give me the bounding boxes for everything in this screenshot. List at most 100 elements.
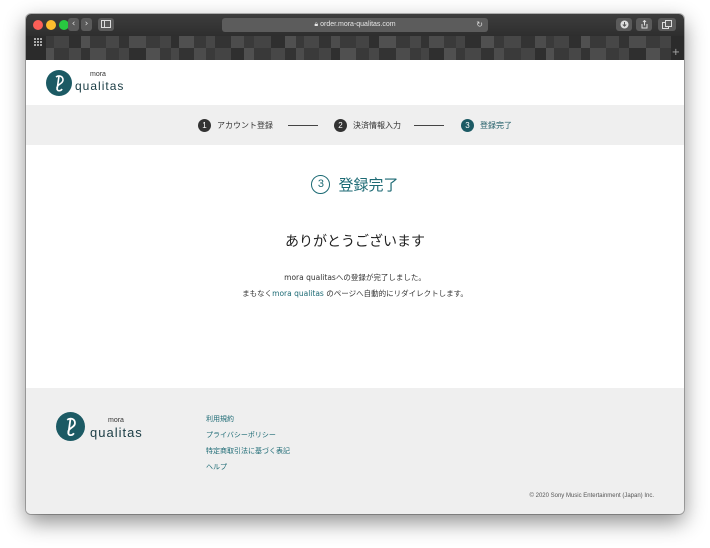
pixel-block bbox=[396, 36, 410, 48]
footer-link-privacy[interactable]: プライバシーポリシー bbox=[206, 431, 276, 439]
step-payment: 2 決済情報入力 bbox=[334, 118, 401, 132]
footer-link-commerce-law[interactable]: 特定商取引法に基づく表記 bbox=[206, 447, 290, 455]
step-divider bbox=[288, 125, 318, 126]
pixel-block bbox=[81, 48, 90, 60]
pixel-block bbox=[554, 48, 569, 60]
plus-icon[interactable]: + bbox=[672, 47, 680, 59]
pixel-block bbox=[629, 48, 646, 60]
pixel-block bbox=[429, 48, 444, 60]
lock-icon: 🔒︎ bbox=[314, 21, 319, 28]
reload-icon[interactable]: ↻ bbox=[476, 18, 483, 32]
pixel-block bbox=[396, 48, 410, 60]
pixel-block bbox=[646, 36, 660, 48]
pixel-block bbox=[215, 36, 231, 48]
pixel-block bbox=[119, 48, 129, 60]
download-button[interactable] bbox=[616, 18, 632, 31]
site-footer: mora qualitas 利用規約 プライバシーポリシー 特定商取引法に基づく… bbox=[26, 388, 684, 514]
pixel-block bbox=[504, 36, 521, 48]
pixel-block bbox=[494, 48, 504, 60]
pixel-block bbox=[660, 36, 671, 48]
tabs-button[interactable] bbox=[658, 18, 676, 31]
logo-mark-icon bbox=[56, 412, 85, 441]
address-bar[interactable]: 🔒︎ order.mora-qualitas.com ↻ bbox=[222, 18, 488, 32]
pixel-block bbox=[546, 48, 554, 60]
pixel-block bbox=[285, 36, 296, 48]
footer-link-help[interactable]: ヘルプ bbox=[206, 463, 227, 471]
grid-icon[interactable] bbox=[34, 38, 42, 46]
pixel-block bbox=[46, 48, 54, 60]
pixel-block bbox=[331, 48, 340, 60]
footer-logo[interactable]: mora qualitas bbox=[56, 412, 156, 442]
footer-links: 利用規約 プライバシーポリシー 特定商取引法に基づく表記 ヘルプ bbox=[206, 414, 290, 478]
pixel-block bbox=[504, 48, 521, 60]
footer-link-terms[interactable]: 利用規約 bbox=[206, 415, 234, 423]
pixel-block bbox=[231, 48, 244, 60]
pixel-block bbox=[646, 48, 660, 60]
pixel-block bbox=[304, 48, 319, 60]
pixel-block bbox=[254, 36, 271, 48]
share-button[interactable] bbox=[636, 18, 652, 31]
pixel-block bbox=[69, 48, 81, 60]
sidebar-icon bbox=[101, 20, 111, 28]
logo-qualitas-text: qualitas bbox=[90, 425, 143, 440]
pixel-block bbox=[379, 48, 396, 60]
minimize-window-button[interactable] bbox=[46, 20, 56, 30]
step-label: 決済情報入力 bbox=[353, 120, 401, 130]
pixel-block bbox=[581, 36, 590, 48]
step-title: 3 登録完了 bbox=[26, 174, 684, 195]
address-url: order.mora-qualitas.com bbox=[320, 21, 396, 28]
pixel-block bbox=[81, 36, 90, 48]
pixel-block bbox=[340, 36, 356, 48]
message-line-2: まもなくmora qualitas のページへ自動的にリダイレクトします。 bbox=[26, 288, 684, 299]
pixel-block bbox=[379, 36, 396, 48]
pixel-block bbox=[465, 48, 481, 60]
pixel-block bbox=[179, 48, 194, 60]
sidebar-button[interactable] bbox=[98, 18, 114, 31]
close-window-button[interactable] bbox=[33, 20, 43, 30]
pixel-block bbox=[429, 36, 444, 48]
pixel-block bbox=[456, 36, 465, 48]
back-button[interactable]: ‹ bbox=[68, 18, 79, 31]
pixel-block bbox=[296, 48, 304, 60]
pixel-block bbox=[90, 48, 106, 60]
pixel-block bbox=[606, 36, 619, 48]
logo-mora-text: mora bbox=[90, 71, 106, 78]
share-icon bbox=[641, 19, 647, 29]
step-complete: 3 登録完了 bbox=[461, 118, 512, 132]
pixel-block bbox=[340, 48, 356, 60]
progress-steps: 1 アカウント登録 2 決済情報入力 3 登録完了 bbox=[26, 105, 684, 145]
step-account: 1 アカウント登録 bbox=[198, 118, 273, 132]
pixel-block bbox=[254, 48, 271, 60]
pixel-block bbox=[146, 48, 160, 60]
step-title-text: 登録完了 bbox=[338, 176, 399, 194]
header-logo[interactable]: mora qualitas bbox=[46, 70, 126, 96]
step-number: 3 bbox=[461, 118, 474, 132]
pixel-block bbox=[590, 36, 606, 48]
pixel-block bbox=[521, 36, 535, 48]
pixel-block bbox=[535, 36, 546, 48]
site-header: mora qualitas bbox=[26, 60, 684, 105]
pixel-block bbox=[206, 36, 215, 48]
pixel-block bbox=[285, 48, 296, 60]
pixel-block bbox=[69, 36, 81, 48]
pixel-block bbox=[194, 48, 206, 60]
download-icon bbox=[620, 20, 628, 29]
pixel-block bbox=[171, 48, 179, 60]
pixel-block bbox=[444, 48, 456, 60]
pixel-block bbox=[481, 36, 494, 48]
chevron-left-icon: ‹ bbox=[71, 19, 76, 29]
pixel-block bbox=[629, 36, 646, 48]
pixel-block bbox=[215, 48, 231, 60]
message-text: のページへ自動的にリダイレクトします。 bbox=[323, 289, 468, 298]
pixel-block bbox=[106, 48, 119, 60]
mora-qualitas-link[interactable]: mora qualitas bbox=[272, 289, 324, 298]
pixel-block bbox=[244, 36, 254, 48]
pixel-block bbox=[369, 48, 379, 60]
forward-button[interactable]: › bbox=[81, 18, 92, 31]
pixel-block bbox=[231, 36, 244, 48]
pixel-block bbox=[456, 48, 465, 60]
pixel-block bbox=[606, 48, 619, 60]
pixel-block bbox=[619, 36, 629, 48]
favorites-bar: + bbox=[26, 36, 684, 60]
pixel-block bbox=[481, 48, 494, 60]
